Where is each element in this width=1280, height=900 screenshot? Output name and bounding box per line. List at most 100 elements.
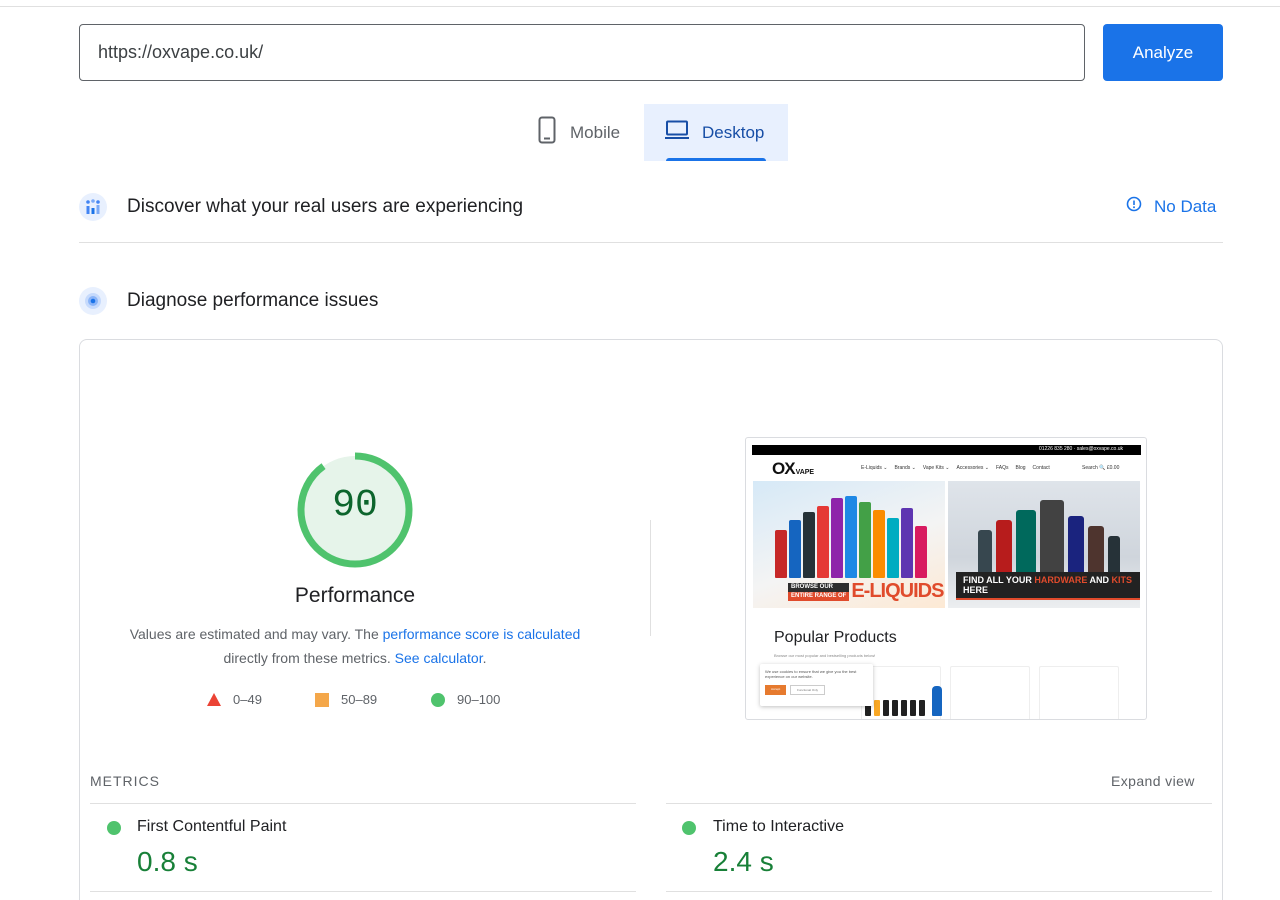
tab-mobile-label: Mobile: [570, 122, 621, 142]
tab-mobile[interactable]: Mobile: [520, 104, 644, 161]
screenshot-topbar: 01226 835 280 · sales@oxvape.co.uk: [752, 445, 1141, 455]
legend-fail-range: 0–49: [233, 692, 262, 707]
legend-pass: 90–100: [431, 692, 500, 707]
screenshot-nav-item: Brands ⌄: [894, 465, 916, 471]
kit-image: [1040, 500, 1064, 576]
field-data-title: Discover what your real users are experi…: [127, 196, 524, 217]
top-divider: [0, 0, 1280, 7]
metrics-heading: METRICS: [90, 773, 160, 789]
product-image: [883, 700, 889, 716]
product-image: [901, 700, 907, 716]
desc-text-1: Values are estimated and may vary. The: [129, 626, 383, 642]
url-input[interactable]: [79, 24, 1085, 81]
bottle-image: [831, 498, 843, 578]
square-icon: [315, 692, 329, 707]
screenshot-nav-item: FAQs: [996, 465, 1009, 471]
screenshot-nav-item: Vape Kits ⌄: [922, 465, 950, 471]
score-description: Values are estimated and may vary. The p…: [110, 622, 600, 670]
screenshot-contact: 01226 835 280 · sales@oxvape.co.uk: [1038, 446, 1123, 452]
laptop-icon: [664, 120, 690, 145]
caption-text: HERE: [963, 585, 989, 595]
product-image: [910, 700, 916, 716]
metrics-divider: [90, 803, 636, 804]
expand-view-toggle[interactable]: Expand view: [1111, 773, 1195, 789]
metrics-divider: [666, 803, 1212, 804]
cookie-functional-button: Functional Only: [790, 685, 826, 695]
kit-image: [978, 530, 992, 576]
kit-image: [1108, 536, 1120, 576]
bottle-image: [803, 512, 815, 578]
desc-text-3: .: [482, 650, 487, 666]
caption-highlight: HARDWARE: [1034, 575, 1088, 585]
metrics-divider: [90, 891, 636, 892]
metrics-divider: [666, 891, 1212, 892]
cookie-text: We use cookies to ensure that we give yo…: [765, 669, 857, 679]
screenshot-nav-item: Blog: [1015, 465, 1026, 471]
metric-tti-value: 2.4 s: [713, 846, 774, 877]
performance-label: Performance: [294, 584, 416, 607]
eliquids-caption: BROWSE OUR ENTIRE RANGE OF E-LIQUIDS: [788, 580, 944, 603]
kit-image: [1016, 510, 1036, 576]
product-image: [919, 700, 925, 716]
no-data-status[interactable]: No Data: [1126, 196, 1216, 217]
circle-icon: [431, 692, 445, 707]
legend-average: 50–89: [315, 692, 377, 707]
bottle-image: [859, 502, 871, 578]
section-divider: [79, 242, 1223, 243]
screenshot-nav-item: E-Liquids ⌄: [861, 465, 888, 471]
popular-products-title: Popular Products: [774, 629, 897, 646]
vertical-divider: [650, 520, 651, 636]
metric-tti-name: Time to Interactive: [713, 818, 845, 835]
product-image: [892, 700, 898, 716]
pass-status-icon: [682, 821, 696, 835]
bottle-image: [887, 518, 899, 578]
desc-text-2: directly from these metrics.: [223, 650, 395, 666]
kit-image: [1068, 516, 1084, 576]
caption-text: AND: [1087, 575, 1112, 585]
no-data-label: No Data: [1154, 196, 1217, 216]
popular-products-subtitle: Browse our most popular and bestselling …: [774, 653, 876, 658]
diagnose-title: Diagnose performance issues: [127, 290, 379, 311]
page-screenshot: 01226 835 280 · sales@oxvape.co.uk OXVAP…: [745, 437, 1147, 720]
active-tab-indicator: [666, 158, 766, 161]
bottle-image: [873, 510, 885, 578]
product-image: [874, 700, 880, 716]
cookie-banner: We use cookies to ensure that we give yo…: [760, 664, 873, 706]
caption-highlight: KITS: [1111, 575, 1133, 585]
bottle-image: [775, 530, 787, 578]
bottle-image: [845, 496, 857, 578]
info-icon: [1126, 196, 1142, 217]
diagnose-icon: [79, 287, 107, 315]
kit-image: [1088, 526, 1104, 576]
logo-ox: OX: [772, 459, 796, 478]
product-image: [932, 686, 942, 716]
bottle-image: [915, 526, 927, 578]
caption-text: FIND ALL YOUR: [963, 575, 1035, 585]
see-calculator-link[interactable]: See calculator: [395, 650, 483, 666]
logo-vape: VAPE: [795, 469, 815, 476]
screenshot-search: Search 🔍 £0.00: [1082, 465, 1120, 471]
cookie-accept-button: Accept: [765, 685, 787, 695]
product-card: [1039, 666, 1119, 719]
legend-average-range: 50–89: [341, 692, 378, 707]
tab-desktop-label: Desktop: [702, 122, 765, 142]
pass-status-icon: [107, 821, 121, 835]
metric-fcp-value: 0.8 s: [137, 846, 198, 877]
analyze-button[interactable]: Analyze: [1103, 24, 1223, 81]
screenshot-nav: E-Liquids ⌄ Brands ⌄ Vape Kits ⌄ Accesso…: [861, 465, 1050, 471]
users-chart-icon: [79, 193, 107, 221]
kit-image: [996, 520, 1012, 576]
screenshot-logo: OXVAPE: [772, 459, 814, 479]
phone-icon: [538, 116, 556, 149]
hardware-caption: FIND ALL YOUR HARDWARE AND KITS HERE: [956, 572, 1140, 600]
metric-fcp-name: First Contentful Paint: [137, 818, 287, 835]
score-calculated-link[interactable]: performance score is calculated: [383, 626, 581, 642]
bottle-image: [789, 520, 801, 578]
tab-desktop[interactable]: Desktop: [644, 104, 788, 161]
caption-small: BROWSE OUR: [788, 582, 850, 592]
eliquids-banner: BROWSE OUR ENTIRE RANGE OF E-LIQUIDS: [753, 481, 945, 608]
bottle-image: [901, 508, 913, 578]
screenshot-nav-item: Contact: [1032, 465, 1050, 471]
performance-score: 90: [332, 484, 378, 527]
hardware-banner: FIND ALL YOUR HARDWARE AND KITS HERE: [948, 481, 1140, 608]
